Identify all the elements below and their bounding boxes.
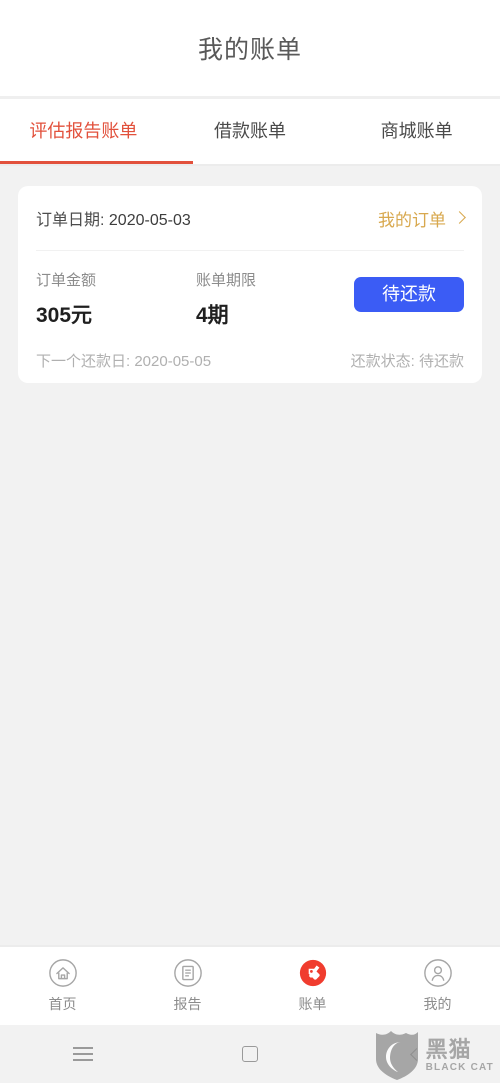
my-orders-label: 我的订单 — [378, 210, 446, 230]
watermark-cn: 黑猫 — [425, 1036, 472, 1062]
order-date-label: 订单日期: — [36, 212, 105, 229]
watermark-text: 黑猫 BLACK CAT — [425, 1036, 494, 1073]
active-tab-underline — [0, 161, 193, 164]
nav-label-profile: 我的 — [423, 996, 452, 1012]
profile-icon — [423, 959, 452, 987]
next-repayment-date-label: 下一个还款日: — [36, 352, 131, 370]
bill-card-header: 订单日期: 2020-05-03 我的订单 — [36, 186, 466, 250]
repayment-status-value: 待还款 — [418, 352, 464, 370]
repayment-status: 还款状态: 待还款 — [351, 350, 464, 371]
home-square-icon — [242, 1046, 258, 1062]
chevron-right-icon — [453, 211, 466, 224]
bill-card[interactable]: 订单日期: 2020-05-03 我的订单 订单金额 305元 账单期限 4期 — [18, 186, 482, 383]
menu-icon — [73, 1047, 94, 1061]
nav-item-bill[interactable]: 账单 — [250, 958, 375, 1014]
order-date-value: 2020-05-03 — [108, 212, 191, 229]
next-repayment-date-value: 2020-05-05 — [134, 352, 212, 370]
nav-item-home[interactable]: 首页 — [0, 958, 125, 1014]
my-orders-link[interactable]: 我的订单 — [378, 206, 466, 231]
phone-screen: 我的账单 评估报告账单 借款账单 商城账单 订单日期: 2020-05-03 我… — [0, 0, 500, 1083]
app-header: 我的账单 — [0, 0, 500, 96]
bottom-navigation: 首页 报告 账单 我的 — [0, 945, 500, 1025]
nav-item-profile[interactable]: 我的 — [375, 958, 500, 1014]
nav-label-bill: 账单 — [298, 996, 327, 1012]
nav-label-report: 报告 — [173, 996, 202, 1012]
nav-label-home: 首页 — [48, 996, 77, 1012]
system-menu-button[interactable] — [0, 1047, 167, 1061]
black-cat-shield-icon — [375, 1031, 418, 1080]
order-amount-label: 订单金额 — [36, 272, 97, 289]
bill-card-details: 订单金额 305元 账单期限 4期 待还款 — [36, 251, 464, 337]
tab-loan-bill[interactable]: 借款账单 — [167, 99, 334, 164]
bill-term-value: 4期 — [196, 304, 229, 327]
tab-bar: 评估报告账单 借款账单 商城账单 — [0, 99, 500, 164]
bill-term-label: 账单期限 — [196, 272, 257, 289]
tab-mall-bill[interactable]: 商城账单 — [333, 99, 500, 164]
bill-list: 订单日期: 2020-05-03 我的订单 订单金额 305元 账单期限 4期 — [0, 166, 500, 383]
watermark-en: BLACK CAT — [425, 1061, 494, 1073]
watermark: 黑猫 BLACK CAT — [374, 1029, 494, 1081]
repayment-status-label: 还款状态: — [350, 352, 415, 370]
next-repayment-date: 下一个还款日: 2020-05-05 — [36, 350, 211, 371]
order-date: 订单日期: 2020-05-03 — [36, 206, 191, 230]
bill-card-footer: 下一个还款日: 2020-05-05 还款状态: 待还款 — [36, 337, 464, 383]
report-icon — [173, 959, 202, 987]
system-home-button[interactable] — [167, 1046, 334, 1062]
bill-term-field: 账单期限 4期 — [196, 269, 356, 329]
order-amount-value: 305元 — [36, 304, 93, 327]
bill-tag-icon — [299, 959, 326, 987]
repay-status-button[interactable]: 待还款 — [354, 277, 464, 312]
nav-item-report[interactable]: 报告 — [125, 958, 250, 1014]
page-title: 我的账单 — [197, 36, 302, 64]
home-icon — [48, 959, 77, 987]
order-amount-field: 订单金额 305元 — [36, 269, 196, 329]
tab-assessment-report-bill[interactable]: 评估报告账单 — [0, 99, 167, 164]
